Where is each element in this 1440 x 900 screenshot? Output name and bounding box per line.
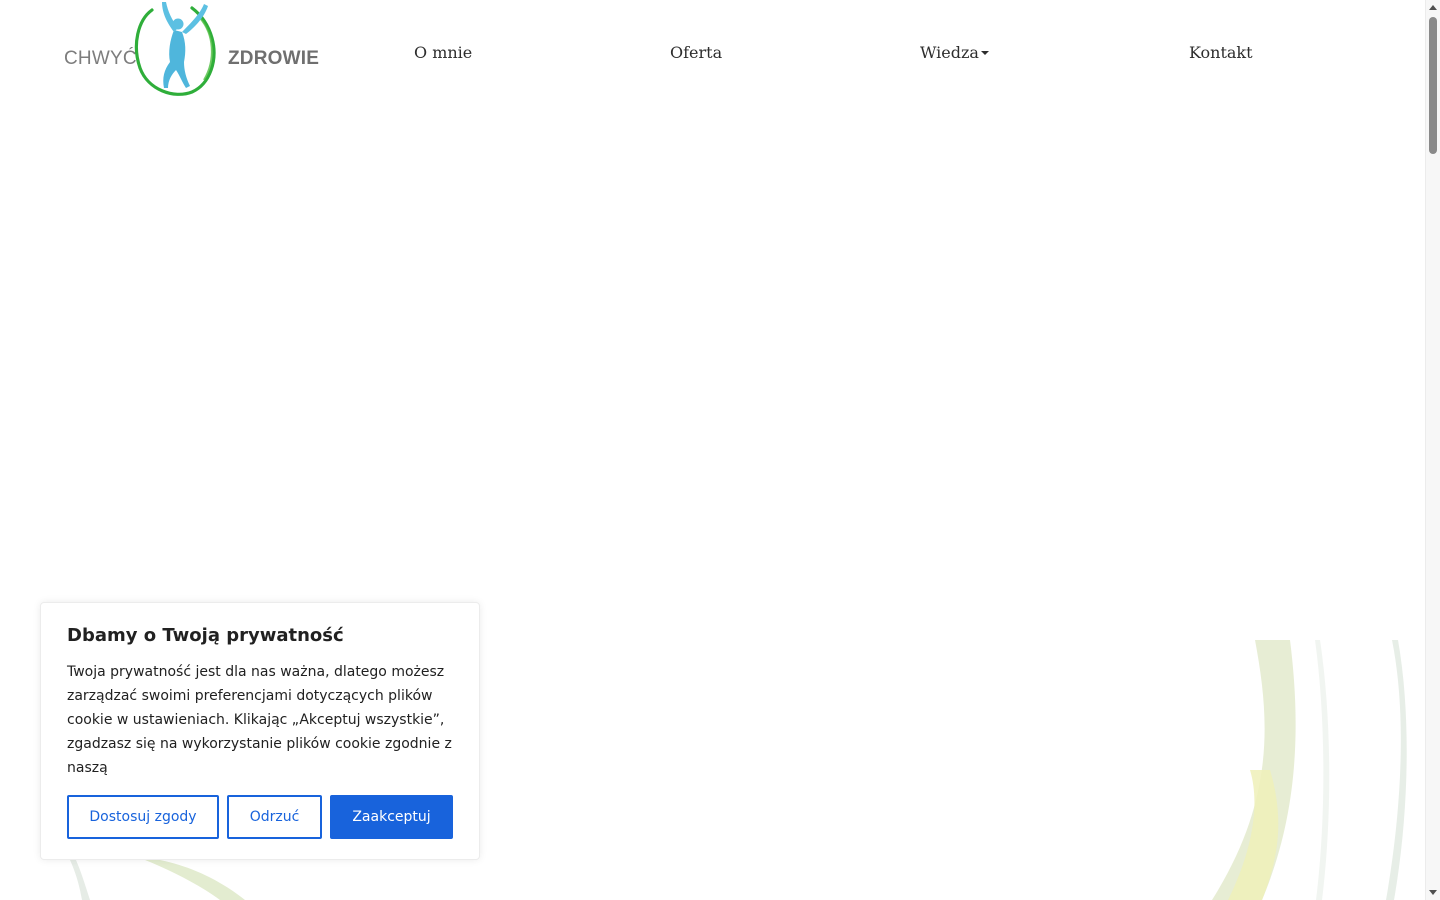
reject-cookies-button[interactable]: Odrzuć: [227, 795, 322, 839]
page-scrollbar[interactable]: [1425, 0, 1440, 900]
customize-consent-button[interactable]: Dostosuj zgody: [67, 795, 219, 839]
cookie-consent-banner: Dbamy o Twoją prywatność Twoja prywatnoś…: [40, 602, 480, 860]
cookie-banner-description: Twoja prywatność jest dla nas ważna, dla…: [67, 664, 452, 776]
cookie-banner-actions: Dostosuj zgody Odrzuć Zaakceptuj: [67, 795, 453, 839]
nav-item-oferta[interactable]: Oferta: [670, 43, 722, 62]
scroll-up-arrow-icon[interactable]: [1429, 5, 1437, 10]
cookie-banner-title: Dbamy o Twoją prywatność: [67, 625, 344, 646]
caret-down-icon: [980, 51, 989, 55]
nav-item-wiedza[interactable]: Wiedza: [920, 43, 989, 62]
nav-item-kontakt[interactable]: Kontakt: [1189, 43, 1253, 62]
nav-item-wiedza-label: Wiedza: [920, 43, 979, 62]
scrollbar-thumb[interactable]: [1429, 17, 1437, 154]
accept-cookies-button[interactable]: Zaakceptuj: [330, 795, 453, 839]
scroll-down-arrow-icon[interactable]: [1429, 890, 1437, 895]
nav-item-o-mnie[interactable]: O mnie: [414, 43, 472, 62]
main-navigation: O mnie Oferta Wiedza Kontakt: [0, 43, 1425, 67]
site-header: CHWYĆ ZDROWIE O mnie Oferta Wiedza Konta…: [0, 0, 1425, 110]
page: CHWYĆ ZDROWIE O mnie Oferta Wiedza Konta…: [0, 0, 1440, 900]
